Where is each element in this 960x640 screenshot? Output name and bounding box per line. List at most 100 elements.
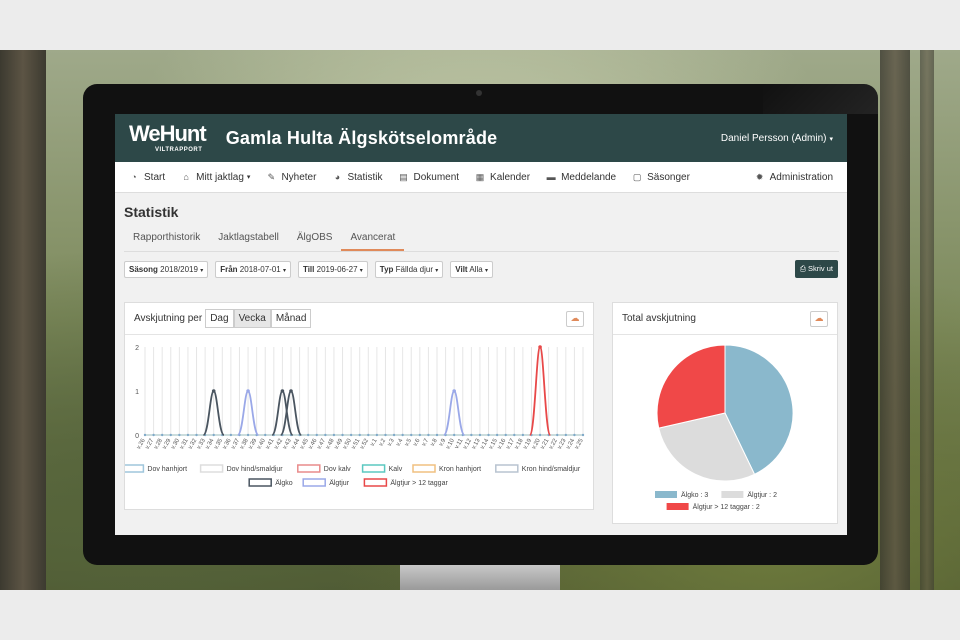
tab-rapporthistorik[interactable]: Rapporthistorik — [124, 228, 209, 251]
nav-kalender[interactable]: ▦ Kalender — [467, 172, 538, 183]
filter-sasong[interactable]: Säsong 2018/2019 ▾ — [124, 260, 209, 278]
legend-label: Älgtjur > 12 taggar : 2 — [693, 503, 760, 511]
baseline-point — [186, 433, 190, 437]
baseline-point — [384, 433, 387, 437]
app-header: WeHunt VILTRAPPORT Gamla Hulta Älgskötse… — [115, 114, 847, 162]
baseline-point — [367, 433, 370, 437]
chevron-down-icon: ▾ — [484, 267, 488, 274]
total-panel: Total avskjutning ☁ Älgko : 3 Älgtjur : 2… — [612, 302, 838, 524]
baseline-point — [513, 433, 516, 437]
tree-trunk — [0, 50, 46, 590]
print-icon: ⎙ — [799, 264, 806, 273]
legend-swatch — [721, 491, 744, 498]
filter-bar: Säsong 2018/2019 ▾ Från 2018-07-01 ▾ Til… — [124, 260, 838, 278]
baseline-point — [427, 433, 430, 437]
baseline-point — [143, 433, 147, 437]
legend-swatch — [363, 478, 388, 487]
calendar-icon: ▦ — [475, 171, 485, 182]
nav-nyheter[interactable]: ✎ Nyheter — [258, 172, 324, 183]
legend-label: Kron hanhjort — [439, 466, 481, 473]
cloud-download-icon: ☁ — [814, 313, 824, 323]
filter-typ[interactable]: Typ Fällda djur ▾ — [374, 260, 444, 278]
x-tick-label: v.4 — [395, 437, 404, 447]
filter-till[interactable]: Till 2019-06-27 ▾ — [297, 260, 368, 278]
print-button[interactable]: ⎙ Skriv ut — [794, 260, 838, 278]
legend-swatch — [125, 464, 145, 473]
data-point — [538, 345, 542, 349]
nav-label: Dokument — [413, 171, 460, 183]
pie-chart: Älgko : 3 Älgtjur : 2 Älgtjur > 12 taggar … — [655, 344, 794, 511]
legend-label: Dov hind/smaldjur — [227, 466, 284, 473]
nav-dokument[interactable]: ▤ Dokument — [390, 172, 467, 183]
filter-label: Vilt — [455, 264, 468, 274]
legend-label: Älgko — [275, 479, 293, 487]
data-point — [246, 389, 250, 393]
chevron-down-icon: ▾ — [246, 174, 251, 181]
message-icon: ▬ — [546, 172, 556, 182]
nav-start[interactable]: ◔ Start — [121, 172, 173, 183]
nav-label: Mitt jaktlag — [196, 171, 244, 183]
nav-label: Administration — [769, 171, 833, 183]
filter-value: 2018/2019 — [160, 264, 198, 274]
nav-meddelande[interactable]: ▬ Meddelande — [538, 172, 624, 183]
app-screen: WeHunt VILTRAPPORT Gamla Hulta Älgskötse… — [115, 114, 847, 535]
baseline-point — [487, 433, 490, 437]
line-chart: v.26v.27v.28v.29v.30v.31v.32v.33v.34v.35… — [125, 345, 585, 487]
legend-swatch — [361, 464, 386, 473]
segment-vecka[interactable]: Vecka — [233, 309, 271, 328]
legend-label: Älgtjur > 12 taggar — [390, 479, 448, 487]
baseline-point — [152, 433, 155, 437]
dashboard-icon: ◔ — [131, 172, 137, 182]
baseline-point — [169, 433, 172, 437]
x-tick-label: v.6 — [413, 437, 422, 447]
logo[interactable]: WeHunt VILTRAPPORT — [129, 123, 207, 154]
y-tick-label: 1 — [135, 389, 139, 396]
legend-label: Kron hind/smaldjur — [522, 466, 581, 473]
baseline-point — [581, 433, 585, 437]
tab-avancerat[interactable]: Avancerat — [341, 228, 405, 251]
filter-value: 2019-06-27 — [316, 264, 358, 274]
pie-chart-icon: ◕ — [334, 172, 341, 182]
nav-mitt-jaktlag[interactable]: ⌂ Mitt jaktlag ▾ — [173, 172, 258, 183]
segment-dag[interactable]: Dag — [205, 309, 234, 328]
season-icon: ▢ — [632, 171, 642, 182]
nav-label: Statistik — [347, 171, 383, 183]
x-tick-label: v.5 — [404, 437, 413, 447]
nav-label: Säsonger — [647, 171, 690, 183]
tab-jaktlagstabell[interactable]: Jaktlagstabell — [209, 228, 288, 251]
chevron-down-icon: ▾ — [282, 267, 286, 274]
legend-swatch — [495, 464, 519, 473]
legend-swatch — [412, 464, 436, 473]
user-menu[interactable]: Daniel Persson (Admin) ▾ — [721, 133, 833, 144]
tree-trunk — [880, 50, 910, 590]
filter-vilt[interactable]: Vilt Alla ▾ — [450, 260, 493, 278]
nav-sasonger[interactable]: ▢ Säsonger — [624, 172, 698, 183]
home-icon: ⌂ — [183, 172, 189, 182]
tab-algobs[interactable]: ÄlgOBS — [288, 228, 342, 251]
panel-label: Avskjutning per — [134, 313, 203, 324]
nav-administration[interactable]: ✹ Administration — [747, 172, 841, 183]
panel-header: Avskjutning per Dag Vecka Månad ☁ — [125, 303, 593, 335]
filter-label: Till — [302, 264, 315, 274]
baseline-point — [341, 433, 344, 437]
cloud-download-icon: ☁ — [570, 313, 580, 323]
segment-manad[interactable]: Månad — [270, 309, 312, 328]
nav-statistik[interactable]: ◕ Statistik — [324, 172, 390, 183]
tree-trunk — [920, 50, 934, 590]
filter-label: Säsong — [129, 264, 158, 274]
pie-slice — [656, 344, 726, 429]
chevron-down-icon: ▾ — [435, 267, 439, 274]
filter-label: Från — [220, 264, 238, 274]
legend-swatch — [297, 464, 321, 473]
y-tick-label: 2 — [135, 345, 139, 352]
legend-swatch — [199, 464, 224, 473]
baseline-point — [470, 433, 473, 437]
y-tick-label: 0 — [135, 433, 139, 440]
download-button[interactable]: ☁ — [810, 310, 828, 327]
x-tick-label: v.3 — [387, 437, 396, 447]
download-button[interactable]: ☁ — [566, 310, 584, 327]
data-point — [211, 389, 216, 393]
baseline-point — [246, 433, 250, 437]
filter-fran[interactable]: Från 2018-07-01 ▾ — [215, 260, 291, 278]
baseline-point — [358, 433, 361, 437]
